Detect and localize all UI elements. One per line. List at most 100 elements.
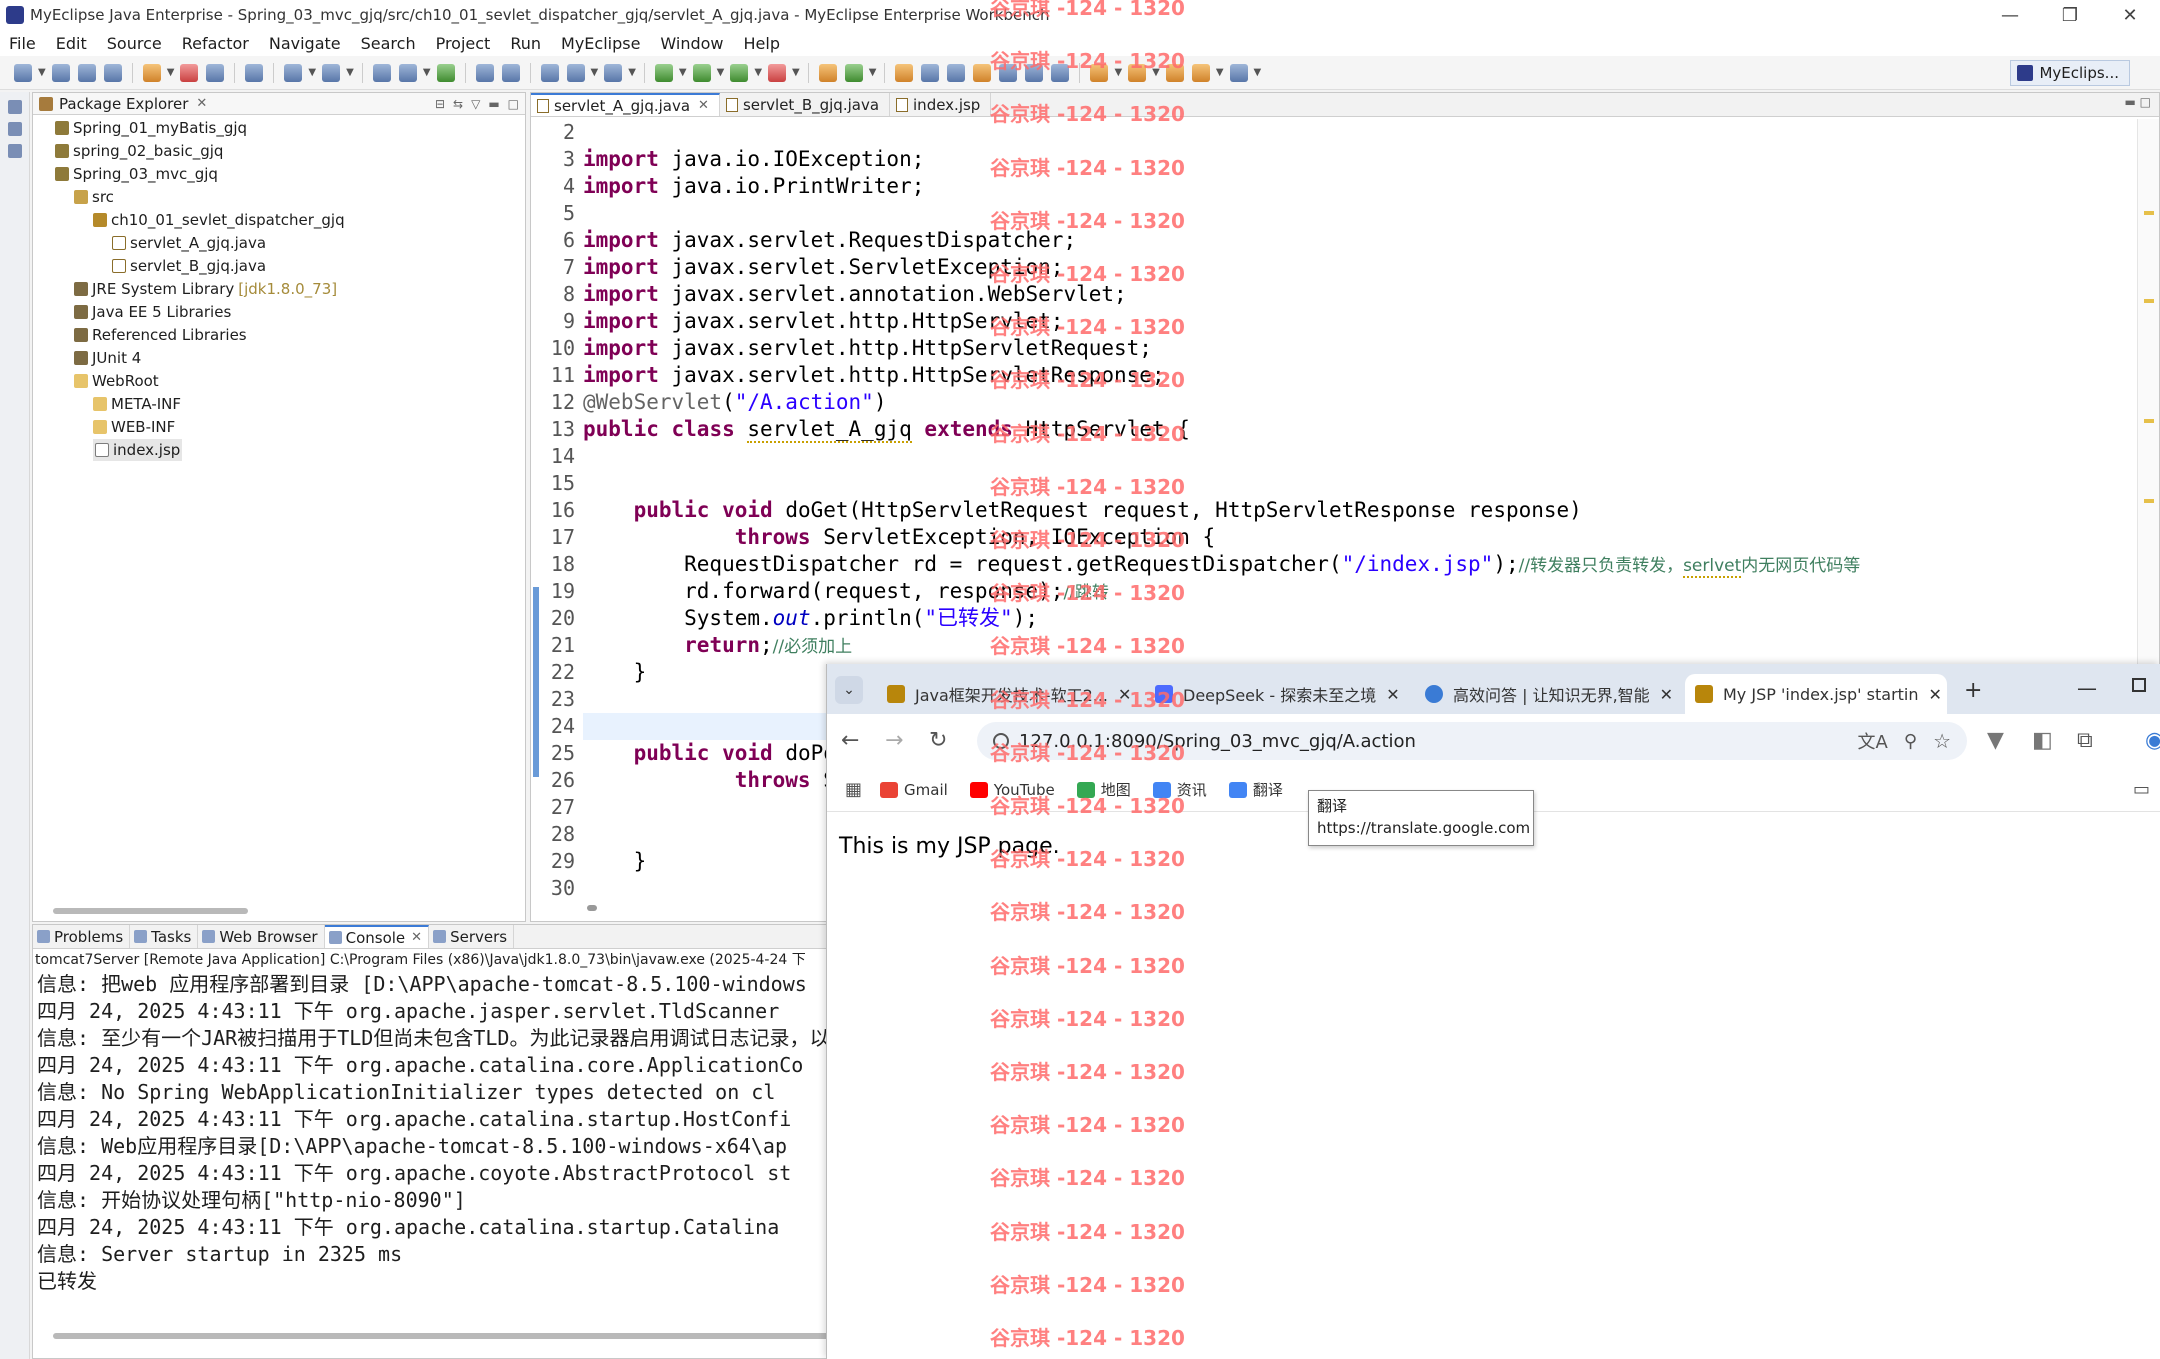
perspective-switcher[interactable]: MyEclips... xyxy=(2010,60,2130,86)
globe-icon[interactable] xyxy=(436,63,455,82)
browser-minimize-button[interactable]: — xyxy=(2077,676,2097,700)
bookmark-translate[interactable]: 翻译 xyxy=(1228,779,1283,800)
external-tools-icon[interactable] xyxy=(768,63,787,82)
back-icon[interactable]: ← xyxy=(841,728,859,753)
editor-view-controls[interactable]: ▬ □ xyxy=(2125,95,2152,109)
menu-help[interactable]: Help xyxy=(735,34,791,53)
back-icon[interactable] xyxy=(1191,63,1210,82)
tree-item[interactable]: WEB-INF xyxy=(93,416,175,438)
debug-icon[interactable] xyxy=(654,63,673,82)
task-icon[interactable] xyxy=(818,63,837,82)
browser-maximize-button[interactable] xyxy=(2132,678,2146,692)
extension-icon[interactable]: ▼ xyxy=(1987,728,2004,753)
tab-servlet-b[interactable]: servlet_B_gjq.java xyxy=(720,93,891,116)
tree-item[interactable]: META-INF xyxy=(93,393,181,415)
bookmark-icon[interactable] xyxy=(947,63,966,82)
chevron-down-icon[interactable]: ▼ xyxy=(346,67,354,78)
run-icon[interactable] xyxy=(692,63,711,82)
chevron-down-icon[interactable]: ▼ xyxy=(869,67,877,78)
menu-myeclipse[interactable]: MyEclipse xyxy=(552,34,651,53)
minimize-button[interactable]: — xyxy=(1980,0,2040,30)
window-icon[interactable] xyxy=(540,63,559,82)
chevron-down-icon[interactable]: ▼ xyxy=(38,67,46,78)
tree-item[interactable]: servlet_B_gjq.java xyxy=(112,255,266,277)
snippets-icon[interactable] xyxy=(8,144,22,158)
chevron-down-icon[interactable]: ▼ xyxy=(792,67,800,78)
tab-tasks[interactable]: Tasks xyxy=(130,925,199,948)
save-all-icon[interactable] xyxy=(77,63,96,82)
toggle-mark-icon[interactable] xyxy=(475,63,494,82)
link-editor-icon[interactable]: ⇆ xyxy=(453,97,463,111)
reload-icon[interactable]: ↻ xyxy=(929,728,947,753)
maximize-view-icon[interactable]: □ xyxy=(508,97,519,111)
save-icon[interactable] xyxy=(51,63,70,82)
console-output[interactable]: 信息: 把web 应用程序部署到目录 [D:\APP\apache-tomcat… xyxy=(33,971,831,1295)
account-icon[interactable]: ◉ xyxy=(2145,728,2160,753)
open-type-icon[interactable] xyxy=(180,63,199,82)
edit-icon[interactable] xyxy=(921,63,940,82)
menu-file[interactable]: File xyxy=(0,34,47,53)
menu-window[interactable]: Window xyxy=(651,34,734,53)
tree-item[interactable]: ch10_01_sevlet_dispatcher_gjq xyxy=(93,209,345,231)
chevron-down-icon[interactable]: ▼ xyxy=(308,67,316,78)
minimize-view-icon[interactable]: ▬ xyxy=(488,97,499,111)
chevron-down-icon[interactable]: ▼ xyxy=(591,67,599,78)
chevron-down-icon[interactable]: ▼ xyxy=(1216,67,1224,78)
all-bookmarks-folder-icon[interactable]: ▭ xyxy=(2133,779,2150,800)
print-icon[interactable] xyxy=(103,63,122,82)
browser-tab-qa[interactable]: 高效问答 | 让知识无界,智能 ✕ xyxy=(1415,674,1675,714)
tree-item[interactable]: Spring_01_myBatis_gjq xyxy=(55,117,247,139)
browser-icon[interactable] xyxy=(566,63,585,82)
web-icon[interactable] xyxy=(245,63,264,82)
tree-item-selected[interactable]: index.jsp xyxy=(93,439,183,461)
scroll-left-icon[interactable] xyxy=(587,905,597,911)
open-resource-icon[interactable] xyxy=(206,63,225,82)
tab-search-button[interactable]: ⌄ xyxy=(835,676,863,704)
tree-item[interactable]: JRE System Library [jdk1.8.0_73] xyxy=(74,278,337,300)
tab-console[interactable]: Console ✕ xyxy=(324,925,430,948)
tab-problems[interactable]: Problems xyxy=(33,925,131,948)
bookmark-gmail[interactable]: Gmail xyxy=(880,781,948,799)
new-server-icon[interactable] xyxy=(142,63,161,82)
close-icon[interactable]: ✕ xyxy=(1376,685,1399,704)
folder-open-icon[interactable] xyxy=(895,63,914,82)
chevron-down-icon[interactable]: ▼ xyxy=(423,67,431,78)
tree-item[interactable]: src xyxy=(74,186,114,208)
translate-icon[interactable]: 文A xyxy=(1858,728,1888,754)
close-icon[interactable]: ✕ xyxy=(1919,685,1942,704)
chevron-down-icon[interactable]: ▼ xyxy=(1254,67,1262,78)
tree-item[interactable]: Java EE 5 Libraries xyxy=(74,301,231,323)
menu-refactor[interactable]: Refactor xyxy=(173,34,260,53)
forward-icon[interactable] xyxy=(1229,63,1248,82)
chevron-down-icon[interactable]: ▼ xyxy=(717,67,725,78)
refresh-icon[interactable] xyxy=(501,63,520,82)
view-menu-icon[interactable]: ▽ xyxy=(471,97,480,111)
coverage-icon[interactable] xyxy=(730,63,749,82)
maximize-button[interactable]: ❐ xyxy=(2040,0,2100,30)
mark-occurrences-icon[interactable] xyxy=(973,63,992,82)
menu-run[interactable]: Run xyxy=(501,34,552,53)
menu-search[interactable]: Search xyxy=(352,34,427,53)
image-viewer-icon[interactable] xyxy=(8,122,22,136)
tree-item[interactable]: JUnit 4 xyxy=(74,347,141,369)
menu-source[interactable]: Source xyxy=(98,34,173,53)
tab-web-browser[interactable]: Web Browser xyxy=(198,925,325,948)
close-icon[interactable]: ✕ xyxy=(698,98,709,113)
browser-tab-jsp[interactable]: My JSP 'index.jsp' startin ✕ xyxy=(1685,674,1947,714)
new-icon[interactable] xyxy=(14,63,32,82)
close-icon[interactable]: ✕ xyxy=(196,96,207,111)
menu-navigate[interactable]: Navigate xyxy=(260,34,352,53)
tree-item[interactable]: spring_02_basic_gjq xyxy=(55,140,223,162)
close-icon[interactable]: ✕ xyxy=(1650,685,1673,704)
horizontal-scrollbar[interactable] xyxy=(53,908,248,914)
tree-item[interactable]: servlet_A_gjq.java xyxy=(112,232,266,254)
chevron-down-icon[interactable]: ▼ xyxy=(628,67,636,78)
chevron-down-icon[interactable]: ▼ xyxy=(679,67,687,78)
horizontal-scrollbar[interactable] xyxy=(53,1333,833,1339)
forward-icon[interactable]: → xyxy=(885,728,903,753)
monitor-icon[interactable] xyxy=(604,63,623,82)
close-button[interactable]: ✕ xyxy=(2100,0,2160,30)
new-tab-button[interactable]: + xyxy=(1964,678,1982,703)
close-icon[interactable]: ✕ xyxy=(411,930,422,945)
new-package-icon[interactable] xyxy=(398,63,417,82)
